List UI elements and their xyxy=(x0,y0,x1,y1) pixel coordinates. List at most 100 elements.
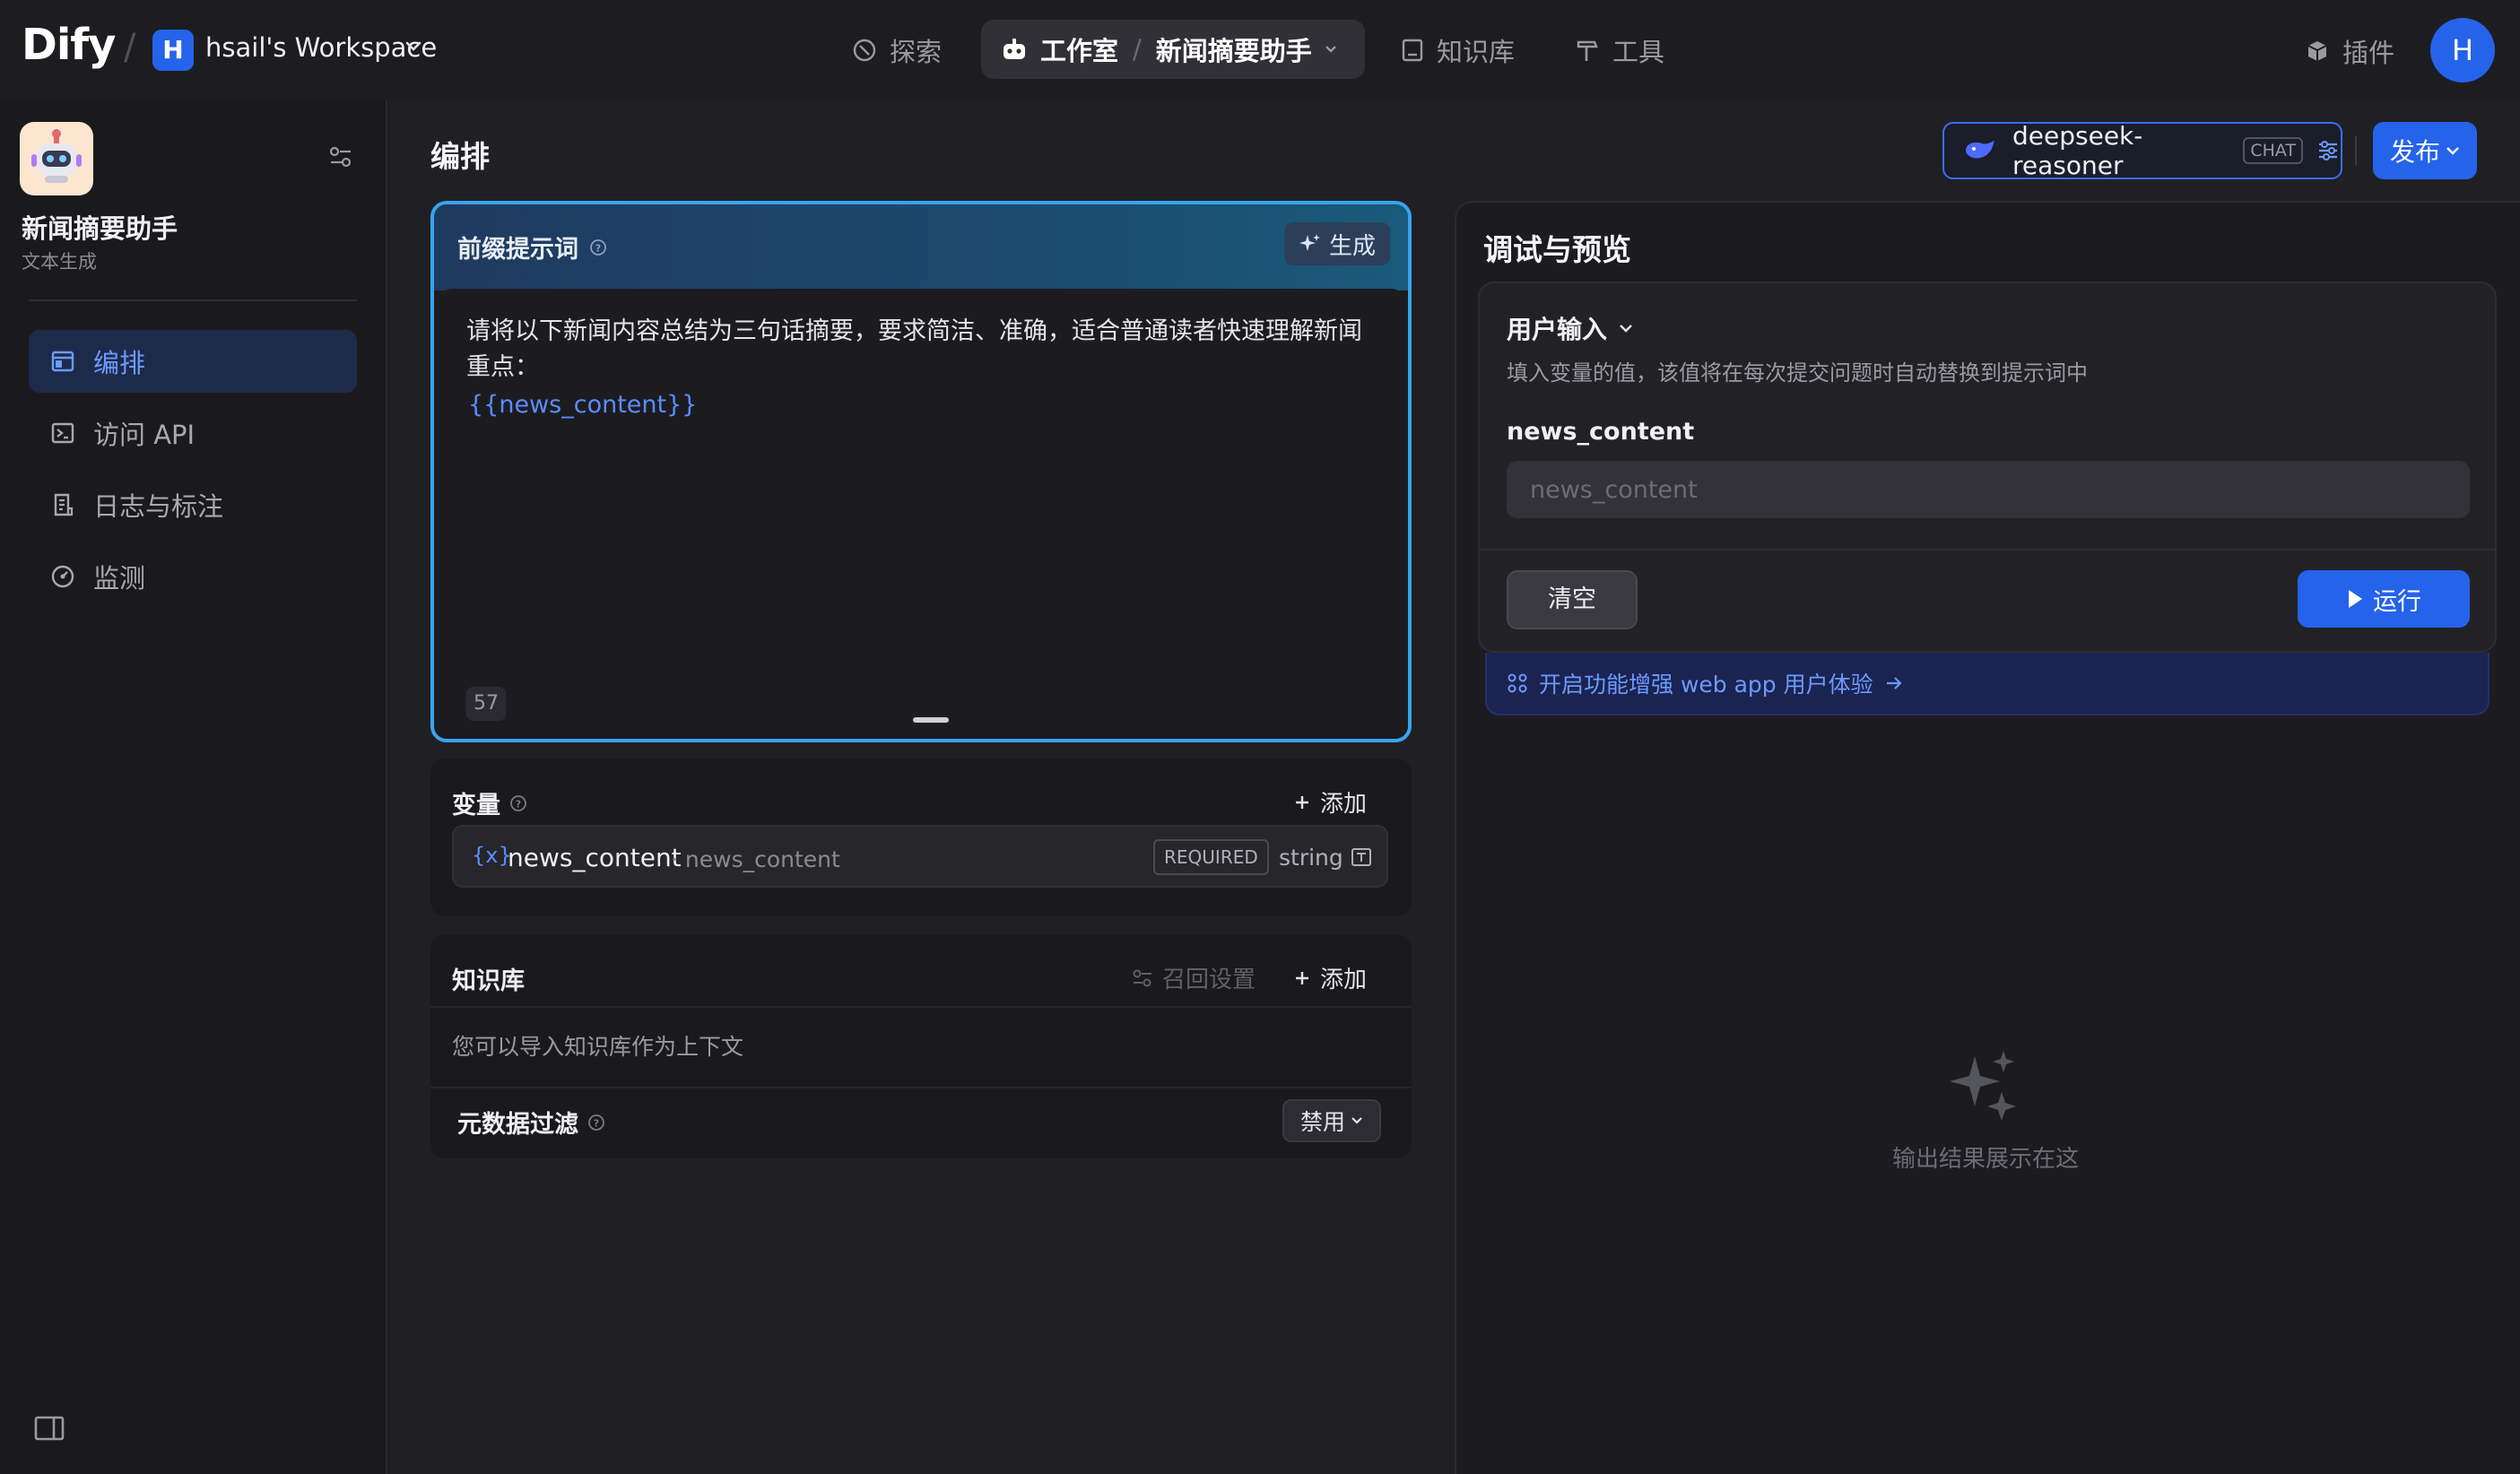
enhance-webapp-link[interactable]: 开启功能增强 web app 用户体验 xyxy=(1485,653,2490,715)
robot-icon xyxy=(1001,37,1028,62)
page-title: 编排 xyxy=(430,139,490,174)
add-label: 添加 xyxy=(1320,791,1368,818)
field-label: news_content xyxy=(1507,418,1695,446)
prompt-header: 前缀提示词 ? 生成 xyxy=(434,204,1408,290)
divider xyxy=(1480,549,2495,551)
grid-icon xyxy=(1508,673,1527,693)
resize-handle[interactable] xyxy=(913,717,949,723)
variables-card: 变量 ? 添加 {x} news_content · news_content … xyxy=(430,759,1412,916)
publish-button[interactable]: 发布 xyxy=(2373,122,2477,179)
nav-plugins-label: 插件 xyxy=(2342,38,2395,68)
sidebar: 新闻摘要助手 文本生成 编排 访问 API 日志与标注 监测 xyxy=(0,100,387,1474)
user-input-description: 填入变量的值，该值将在每次提交问题时自动替换到提示词中 xyxy=(1507,360,2088,386)
prompt-title: 前缀提示词 ? xyxy=(457,230,607,264)
nav-plugins[interactable]: 插件 xyxy=(2305,32,2394,70)
news-content-input[interactable] xyxy=(1507,461,2470,518)
chevron-down-icon xyxy=(2440,146,2460,155)
help-icon[interactable]: ? xyxy=(587,1114,605,1132)
sidebar-item-label: 日志与标注 xyxy=(93,491,224,522)
model-mode-badge: CHAT xyxy=(2243,137,2303,164)
help-icon[interactable]: ? xyxy=(509,794,527,812)
nav-explore-label: 探索 xyxy=(890,37,943,67)
run-button[interactable]: 运行 xyxy=(2298,570,2470,628)
chevron-down-icon[interactable] xyxy=(1325,45,1337,54)
svg-text:?: ? xyxy=(594,1117,599,1129)
recall-settings-button[interactable]: 召回设置 xyxy=(1132,961,1256,994)
add-label: 添加 xyxy=(1320,967,1368,993)
divider xyxy=(430,1087,1412,1088)
dify-logo[interactable]: Dify xyxy=(22,20,116,70)
model-selector[interactable]: deepseek-reasoner CHAT xyxy=(1942,121,2342,180)
user-input-card: 用户输入 填入变量的值，该值将在每次提交问题时自动替换到提示词中 news_co… xyxy=(1478,282,2497,653)
divider xyxy=(430,1006,1412,1008)
knowledge-card: 知识库 召回设置 添加 您可以导入知识库作为上下文 元数据过滤 ? 禁用 xyxy=(430,934,1412,1158)
chevron-down-icon xyxy=(1345,1116,1363,1125)
prompt-variable[interactable]: {{news_content}} xyxy=(468,391,697,419)
terminal-icon xyxy=(50,421,93,446)
metadata-filter-label: 元数据过滤 ? xyxy=(457,1105,605,1140)
char-count: 57 xyxy=(466,687,506,721)
add-knowledge-button[interactable]: 添加 xyxy=(1293,961,1367,994)
hammer-icon xyxy=(1575,38,1612,63)
empty-output-text: 输出结果展示在这 xyxy=(1892,1146,2080,1173)
variable-label: · news_content xyxy=(671,846,840,872)
metadata-filter-value: 禁用 xyxy=(1299,1109,1345,1135)
knowledge-hint: 您可以导入知识库作为上下文 xyxy=(452,1034,744,1060)
nav-tools[interactable]: 工具 xyxy=(1575,32,1664,68)
app-settings-icon[interactable] xyxy=(328,145,353,169)
sidebar-item-monitor[interactable]: 监测 xyxy=(29,545,357,608)
sparkles-icon xyxy=(1944,1047,2025,1123)
sidebar-item-logs[interactable]: 日志与标注 xyxy=(29,473,357,536)
sidebar-item-label: 监测 xyxy=(93,563,146,594)
sidebar-item-orchestrate[interactable]: 编排 xyxy=(29,330,357,393)
nav-studio-label: 工作室 xyxy=(1040,36,1119,66)
plus-icon xyxy=(1293,793,1320,811)
app-name: 新闻摘要助手 xyxy=(22,213,178,244)
variable-icon: {x} xyxy=(472,843,512,868)
prompt-text[interactable]: 请将以下新闻内容总结为三句话摘要，要求简洁、准确，适合普通读者快速理解新闻重点： xyxy=(466,314,1381,386)
app-icon xyxy=(20,122,93,195)
help-icon[interactable]: ? xyxy=(589,238,607,256)
generate-button[interactable]: 生成 xyxy=(1284,222,1390,265)
variables-title: 变量 ? xyxy=(452,785,527,820)
chevron-down-icon xyxy=(1607,323,1634,334)
sliders-icon[interactable] xyxy=(2316,138,2341,163)
workspace-name[interactable]: hsail's Workspace xyxy=(205,32,437,63)
nav-studio[interactable]: 工作室 / 新闻摘要助手 xyxy=(981,20,1365,79)
compass-icon xyxy=(852,38,890,63)
current-app-name[interactable]: 新闻摘要助手 xyxy=(1156,30,1312,68)
add-variable-button[interactable]: 添加 xyxy=(1293,785,1367,819)
document-icon xyxy=(50,492,93,517)
required-badge: REQUIRED xyxy=(1153,839,1269,875)
top-bar: Dify / H hsail's Workspace 探索 工作室 / 新闻摘要… xyxy=(0,0,2520,100)
nav-explore[interactable]: 探索 xyxy=(852,32,942,68)
variable-row[interactable]: {x} news_content · news_content REQUIRED… xyxy=(452,825,1388,888)
clear-button[interactable]: 清空 xyxy=(1507,570,1638,629)
sidebar-item-api[interactable]: 访问 API xyxy=(29,402,357,464)
user-avatar[interactable]: H xyxy=(2430,18,2495,82)
sidebar-item-label: 编排 xyxy=(93,348,146,378)
chevron-down-icon[interactable] xyxy=(405,41,421,52)
workspace-avatar[interactable]: H xyxy=(152,30,194,71)
book-icon xyxy=(1401,38,1437,63)
prompt-editor[interactable]: 请将以下新闻内容总结为三句话摘要，要求简洁、准确，适合普通读者快速理解新闻重点：… xyxy=(439,289,1404,737)
knowledge-title: 知识库 xyxy=(452,967,525,995)
metadata-filter-text: 元数据过滤 xyxy=(457,1111,578,1139)
divider xyxy=(29,299,357,301)
generate-label: 生成 xyxy=(1328,232,1376,260)
svg-text:?: ? xyxy=(595,242,601,254)
play-icon xyxy=(2346,588,2373,610)
user-input-toggle[interactable]: 用户输入 xyxy=(1507,310,1634,346)
breadcrumb-separator: / xyxy=(1133,34,1142,65)
text-type-icon xyxy=(1351,846,1372,868)
cube-icon xyxy=(2305,39,2342,64)
settings-sliders-icon xyxy=(1132,968,1162,988)
model-name: deepseek-reasoner xyxy=(2012,121,2143,180)
nav-knowledge[interactable]: 知识库 xyxy=(1401,32,1515,68)
nav-knowledge-label: 知识库 xyxy=(1437,37,1516,67)
user-input-title: 用户输入 xyxy=(1507,315,1608,344)
collapse-sidebar-icon[interactable] xyxy=(34,1415,65,1442)
variable-key: news_content xyxy=(508,843,682,872)
deepseek-whale-icon xyxy=(1962,138,1998,163)
metadata-filter-select[interactable]: 禁用 xyxy=(1282,1099,1381,1142)
